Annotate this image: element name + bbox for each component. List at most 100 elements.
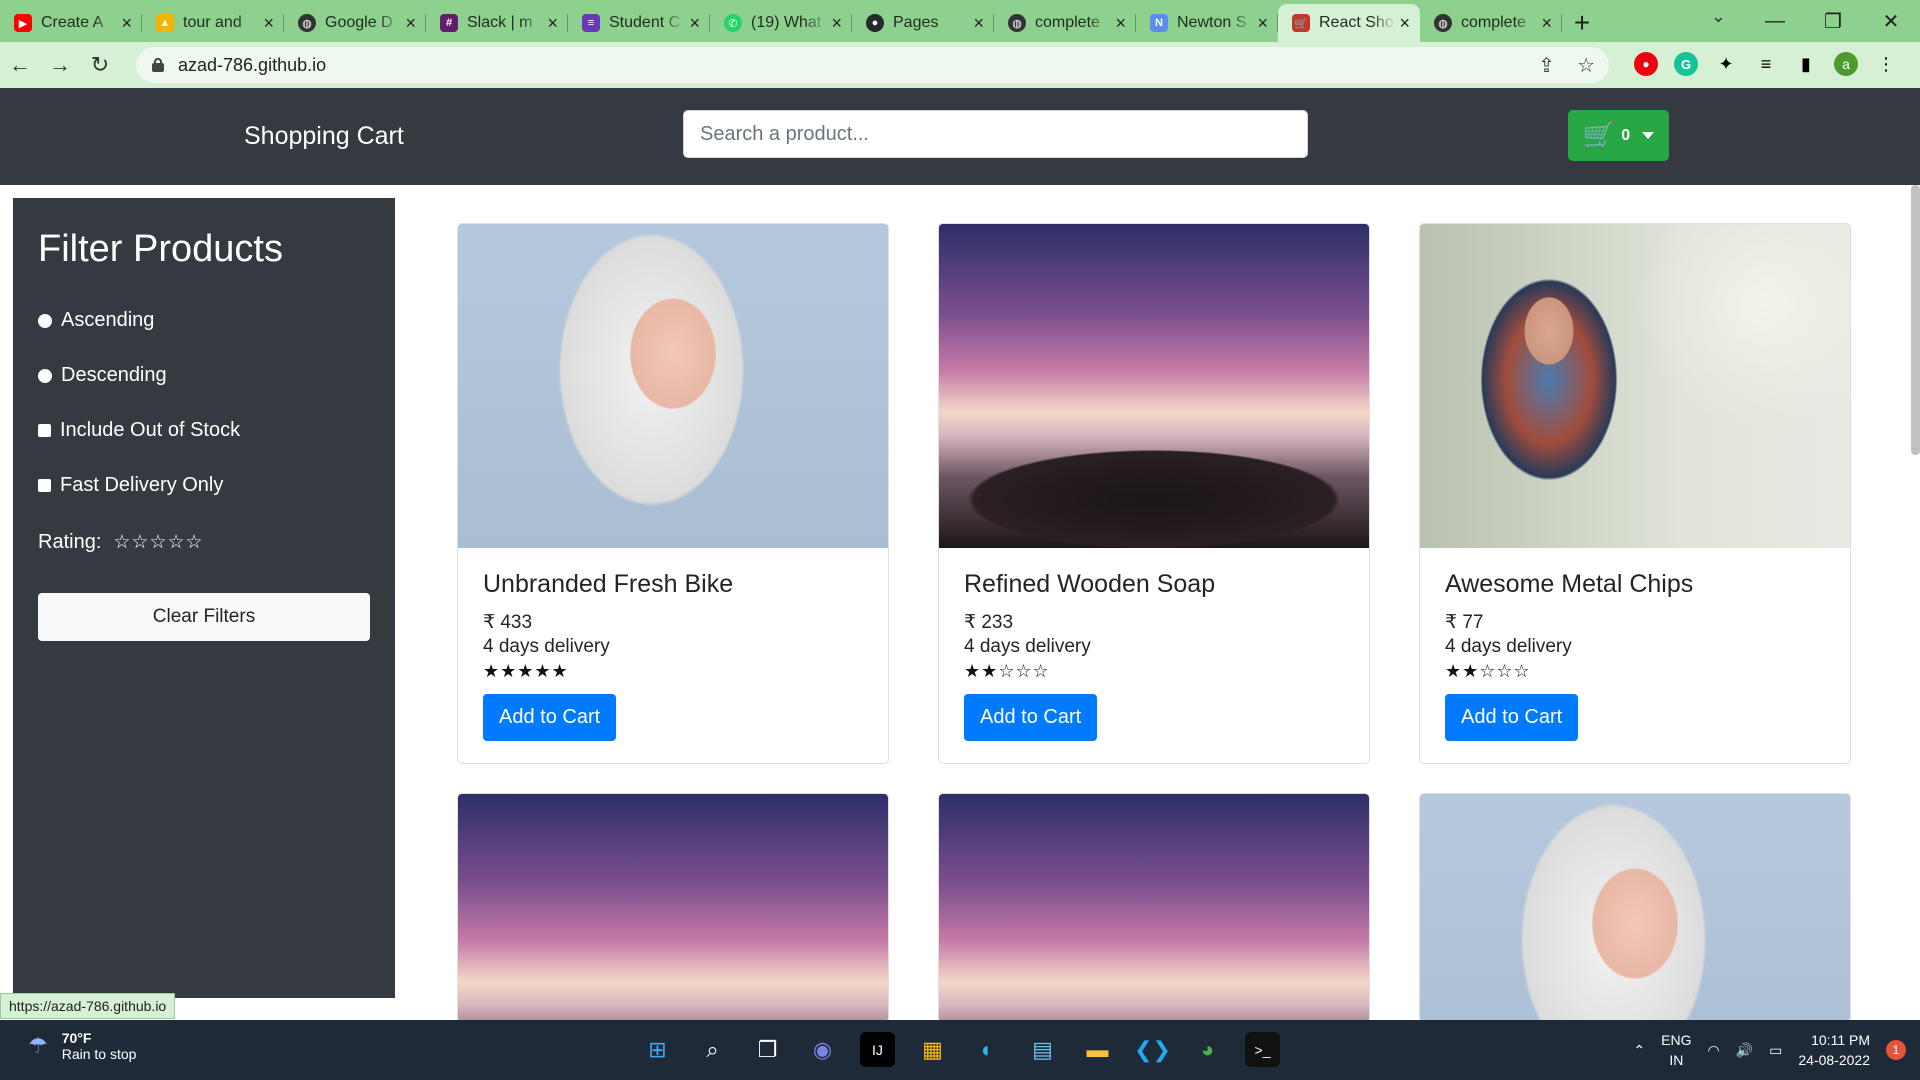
media-playlist-icon[interactable]: ≡ (1754, 52, 1778, 76)
fast-delivery-label: Fast Delivery Only (60, 474, 224, 496)
search-input[interactable]: Search a product... (683, 110, 1308, 158)
rating-stars-input[interactable]: ☆☆☆☆☆ (113, 531, 203, 554)
cart-dropdown-button[interactable]: 🛒 0 (1568, 110, 1669, 161)
window-controls: — ❐ ✕ (1746, 0, 1920, 42)
close-tab-icon[interactable]: × (973, 13, 984, 34)
wifi-icon[interactable]: ◠ (1707, 1042, 1719, 1059)
product-delivery: 4 days delivery (964, 636, 1091, 657)
cart-icon: 🛒 (1292, 14, 1310, 32)
temperature: 70°F (61, 1030, 92, 1046)
browser-tab[interactable]: ● Pages × (852, 4, 994, 42)
language-indicator[interactable]: ENG IN (1661, 1030, 1691, 1070)
notification-badge[interactable]: 1 (1886, 1040, 1906, 1060)
puzzle-extensions-icon[interactable]: ✦ (1714, 52, 1738, 76)
rain-icon: ☂ (28, 1033, 48, 1058)
product-price: ₹ 433 (483, 612, 533, 633)
product-card (457, 793, 889, 1023)
clear-filters-button[interactable]: Clear Filters (38, 593, 370, 641)
notepad-icon[interactable]: ▤ (1025, 1032, 1060, 1067)
out-of-stock-option[interactable]: Include Out of Stock (38, 403, 370, 458)
browser-tab[interactable]: ◍ complete × (994, 4, 1136, 42)
address-bar[interactable]: azad-786.github.io ⇪ ☆ (136, 47, 1609, 83)
windows-start-icon[interactable]: ⊞ (640, 1032, 675, 1067)
minimize-icon[interactable]: — (1746, 10, 1804, 33)
lock-icon[interactable] (152, 58, 164, 72)
drive-icon: ▲ (156, 14, 174, 32)
close-tab-icon[interactable]: × (1257, 13, 1268, 34)
bookmark-star-icon[interactable]: ☆ (1577, 53, 1595, 78)
file-explorer-icon[interactable]: ▬ (1080, 1032, 1115, 1067)
url-text: azad-786.github.io (178, 54, 327, 75)
browser-tab[interactable]: ◍ Google D × (284, 4, 426, 42)
product-delivery: 4 days delivery (483, 636, 610, 657)
task-view-icon[interactable]: ❐ (750, 1032, 785, 1067)
brand-title[interactable]: Shopping Cart (244, 122, 404, 151)
ascending-radio[interactable] (38, 313, 52, 328)
chrome-icon[interactable]: ◕ (1190, 1032, 1225, 1067)
descending-radio[interactable] (38, 368, 52, 383)
product-image (1420, 794, 1850, 1022)
fast-delivery-option[interactable]: Fast Delivery Only (38, 458, 370, 513)
close-tab-icon[interactable]: × (1541, 13, 1552, 34)
product-image (1420, 224, 1850, 548)
browser-tab[interactable]: ▶ Create A × (0, 4, 142, 42)
product-price: ₹ 77 (1445, 612, 1484, 633)
fast-delivery-checkbox[interactable] (38, 479, 51, 492)
add-to-cart-button[interactable]: Add to Cart (483, 694, 617, 741)
close-tab-icon[interactable]: × (689, 13, 700, 34)
browser-tab[interactable]: ≡ Student C × (568, 4, 710, 42)
search-icon[interactable]: ⌕ (695, 1032, 730, 1067)
edge-icon[interactable]: ◐ (970, 1032, 1005, 1067)
restore-icon[interactable]: ❐ (1804, 9, 1862, 34)
browser-tab[interactable]: ▲ tour and × (142, 4, 284, 42)
product-price: ₹ 233 (964, 612, 1014, 633)
add-to-cart-button[interactable]: Add to Cart (964, 694, 1098, 741)
chevron-up-icon[interactable]: ⌃ (1633, 1042, 1645, 1059)
weather-widget[interactable]: ☂ 70°F Rain to stop (28, 1030, 136, 1062)
close-tab-icon[interactable]: × (547, 13, 558, 34)
os-taskbar: ☂ 70°F Rain to stop ⊞ ⌕ ❐ ◉ IJ ▦ ◐ ▤ ▬ ❮… (0, 1020, 1920, 1080)
browser-tab[interactable]: N Newton S × (1136, 4, 1278, 42)
close-window-icon[interactable]: ✕ (1862, 9, 1920, 34)
ascending-label: Ascending (61, 309, 155, 331)
product-name: Awesome Metal Chips (1445, 570, 1694, 598)
sort-descending-option[interactable]: Descending (38, 348, 370, 403)
store-icon[interactable]: ▦ (915, 1032, 950, 1067)
volume-icon[interactable]: 🔊 (1736, 1042, 1753, 1059)
vscode-icon[interactable]: ❮❯ (1134, 1032, 1171, 1067)
browser-tab-active[interactable]: 🛒 React Sho × (1278, 4, 1420, 42)
tab-search-chevron-icon[interactable]: ⌄ (1711, 6, 1726, 27)
close-tab-icon[interactable]: × (405, 13, 416, 34)
add-to-cart-button[interactable]: Add to Cart (1445, 694, 1579, 741)
clock[interactable]: 10:11 PM 24-08-2022 (1798, 1030, 1870, 1070)
globe-icon: ◍ (298, 14, 316, 32)
browser-tab[interactable]: ✆ (19) What × (710, 4, 852, 42)
browser-tab[interactable]: # Slack | m × (426, 4, 568, 42)
profile-avatar[interactable]: a (1834, 52, 1858, 76)
intellij-icon[interactable]: IJ (860, 1032, 895, 1067)
sort-ascending-option[interactable]: Ascending (38, 293, 370, 348)
close-tab-icon[interactable]: × (263, 13, 274, 34)
close-tab-icon[interactable]: × (1399, 13, 1410, 34)
kebab-menu-icon[interactable]: ⋮ (1874, 52, 1898, 76)
app-header: Shopping Cart Search a product... 🛒 0 (0, 88, 1920, 185)
close-tab-icon[interactable]: × (831, 13, 842, 34)
page-scrollbar[interactable] (1911, 185, 1920, 455)
out-of-stock-checkbox[interactable] (38, 424, 51, 437)
side-panel-icon[interactable]: ▮ (1794, 52, 1818, 76)
close-tab-icon[interactable]: × (121, 13, 132, 34)
terminal-icon[interactable]: >_ (1245, 1032, 1280, 1067)
battery-icon[interactable]: ▭ (1769, 1042, 1782, 1059)
teams-chat-icon[interactable]: ◉ (805, 1032, 840, 1067)
reload-icon[interactable]: ↻ (80, 52, 120, 78)
adblock-extension-icon[interactable]: ● (1634, 52, 1658, 76)
browser-toolbar: ← → ↻ azad-786.github.io ⇪ ☆ ● G ✦ ≡ ▮ a… (0, 42, 1920, 88)
browser-tab[interactable]: ◍ complete × (1420, 4, 1562, 42)
share-icon[interactable]: ⇪ (1538, 53, 1555, 78)
close-tab-icon[interactable]: × (1115, 13, 1126, 34)
product-card: Unbranded Fresh Bike ₹ 433 4 days delive… (457, 223, 889, 764)
forward-arrow-icon[interactable]: → (40, 52, 80, 78)
new-tab-button[interactable]: + (1562, 4, 1602, 42)
back-arrow-icon[interactable]: ← (0, 52, 40, 78)
grammarly-extension-icon[interactable]: G (1674, 52, 1698, 76)
